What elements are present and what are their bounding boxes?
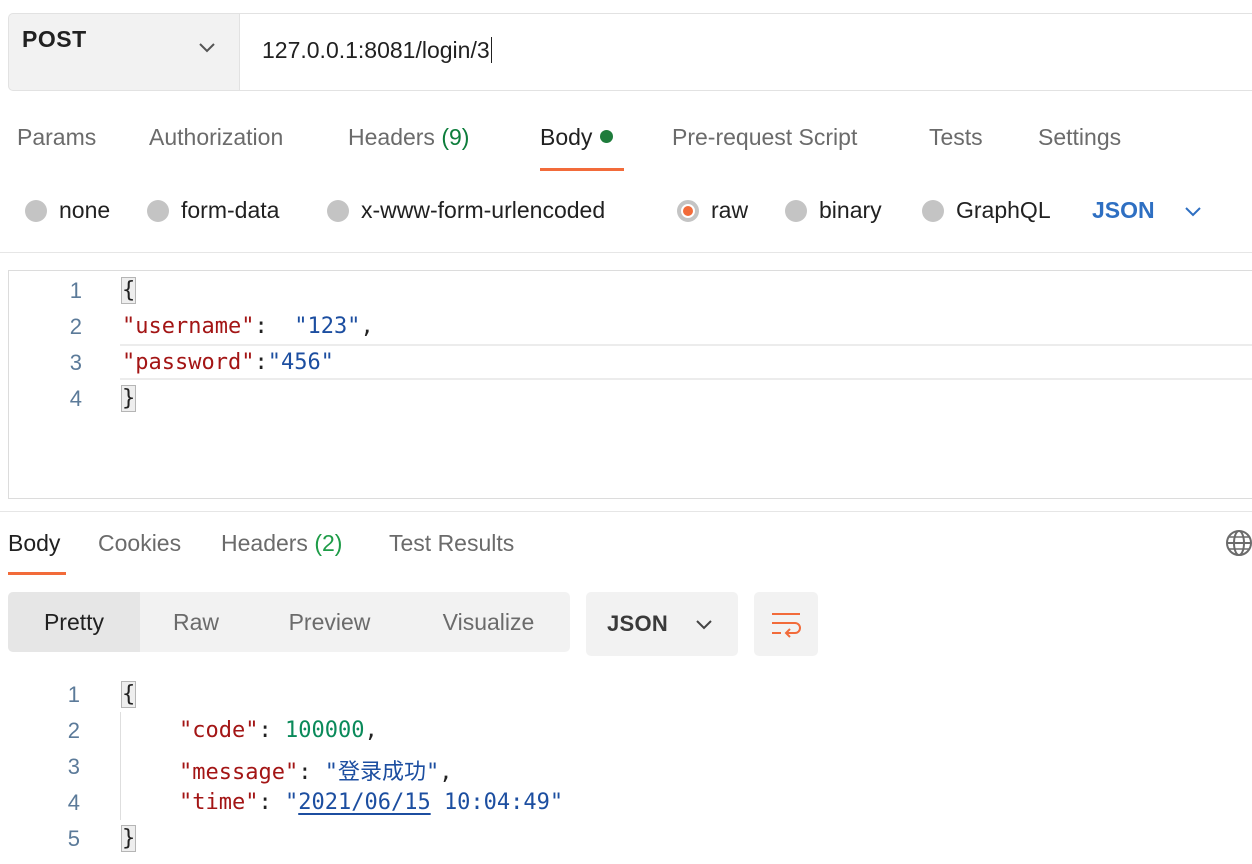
tab-authorization[interactable]: Authorization	[149, 124, 283, 151]
body-language-select[interactable]: JSON	[1092, 197, 1203, 224]
radio-circle	[25, 199, 47, 222]
radio-raw[interactable]: raw	[677, 197, 748, 224]
line-number: 4	[69, 386, 82, 411]
code-line: 1 {	[0, 676, 1252, 712]
method-label: POST	[22, 26, 87, 52]
radio-circle-selected	[677, 199, 699, 222]
response-format-select[interactable]: JSON	[586, 592, 738, 656]
radio-circle	[147, 199, 169, 222]
body-language-label: JSON	[1092, 197, 1155, 223]
line-number: 2	[67, 718, 80, 743]
headers-count: (2)	[314, 530, 343, 556]
response-tab-test-results[interactable]: Test Results	[389, 530, 514, 557]
tab-pre-request-script[interactable]: Pre-request Script	[672, 124, 857, 151]
radio-circle	[922, 199, 944, 222]
response-tab-headers[interactable]: Headers (2)	[221, 530, 342, 557]
view-visualize-button[interactable]: Visualize	[407, 592, 570, 652]
divider	[0, 252, 1252, 253]
json-string: "456"	[267, 350, 334, 375]
close-brace: }	[120, 825, 137, 852]
radio-circle	[327, 199, 349, 222]
tab-settings[interactable]: Settings	[1038, 124, 1121, 151]
tab-tests[interactable]: Tests	[929, 124, 983, 151]
body-modified-dot	[600, 130, 614, 143]
json-string: "登录成功"	[324, 760, 440, 785]
chevron-down-icon	[696, 620, 712, 630]
json-key: "message"	[179, 760, 299, 785]
json-string-quote: "	[549, 790, 564, 815]
url-text: 127.0.0.1:8081/login/3	[262, 37, 492, 63]
json-string-time: 10:04:49	[443, 790, 550, 815]
line-number: 3	[69, 350, 82, 375]
line-number: 2	[69, 314, 82, 339]
response-tab-headers-label: Headers	[221, 530, 308, 556]
json-string: "123"	[294, 314, 361, 339]
chevron-down-icon	[1184, 206, 1201, 216]
line-number: 5	[67, 826, 80, 851]
radio-form-data[interactable]: form-data	[147, 197, 279, 224]
code-line: 5 }	[0, 820, 1252, 856]
json-number: 100000	[284, 718, 365, 743]
radio-label: GraphQL	[956, 197, 1051, 223]
active-tab-indicator	[540, 168, 624, 171]
open-brace: {	[120, 681, 137, 708]
radio-x-www-form-urlencoded[interactable]: x-www-form-urlencoded	[327, 197, 605, 224]
view-preview-button[interactable]: Preview	[252, 592, 407, 652]
json-key: "password"	[122, 350, 255, 375]
code-line: 2 "username": "123",	[0, 308, 1252, 344]
divider	[0, 511, 1252, 512]
json-key: "code"	[179, 718, 259, 743]
tab-body[interactable]: Body	[540, 124, 614, 151]
code-line: 4 "time": "2021/06/15 10:04:49"	[0, 784, 1252, 820]
close-brace: }	[120, 385, 137, 412]
radio-label: binary	[819, 197, 882, 223]
tab-headers[interactable]: Headers (9)	[348, 124, 469, 151]
code-line: 2 "code": 100000,	[0, 712, 1252, 748]
radio-binary[interactable]: binary	[785, 197, 882, 224]
line-number: 1	[69, 278, 82, 303]
radio-graphql[interactable]: GraphQL	[922, 197, 1051, 224]
radio-circle	[785, 199, 807, 222]
text-caret	[490, 37, 492, 63]
tab-body-label: Body	[540, 124, 593, 150]
wrap-lines-button[interactable]	[754, 592, 818, 656]
line-number: 4	[67, 790, 80, 815]
view-pretty-button[interactable]: Pretty	[8, 592, 140, 652]
response-tab-body[interactable]: Body	[8, 530, 60, 557]
headers-count: (9)	[441, 124, 470, 150]
chevron-down-icon[interactable]	[196, 36, 218, 58]
response-tab-cookies[interactable]: Cookies	[98, 530, 181, 557]
view-raw-button[interactable]: Raw	[140, 592, 252, 652]
radio-label: none	[59, 197, 111, 223]
code-line-active: 3 "password":"456"	[0, 344, 1252, 380]
tab-headers-label: Headers	[348, 124, 435, 150]
radio-none[interactable]: none	[25, 197, 110, 224]
code-line: 3 "message": "登录成功",	[0, 748, 1252, 785]
line-number: 3	[67, 754, 80, 779]
code-line: 1 {	[0, 272, 1252, 308]
globe-icon[interactable]	[1224, 528, 1252, 558]
json-key: "time"	[179, 790, 259, 815]
radio-label: form-data	[181, 197, 280, 223]
radio-label: x-www-form-urlencoded	[361, 197, 606, 223]
json-string-quote: "	[284, 790, 299, 815]
json-key: "username"	[122, 314, 255, 339]
active-tab-indicator	[8, 572, 66, 575]
open-brace: {	[120, 277, 137, 304]
response-format-label: JSON	[607, 611, 669, 636]
code-line: 4 }	[0, 380, 1252, 416]
radio-label: raw	[711, 197, 749, 223]
tab-params[interactable]: Params	[17, 124, 96, 151]
json-date-link[interactable]: 2021/06/15	[298, 790, 430, 815]
line-number: 1	[67, 682, 80, 707]
wrap-lines-icon	[772, 613, 801, 638]
